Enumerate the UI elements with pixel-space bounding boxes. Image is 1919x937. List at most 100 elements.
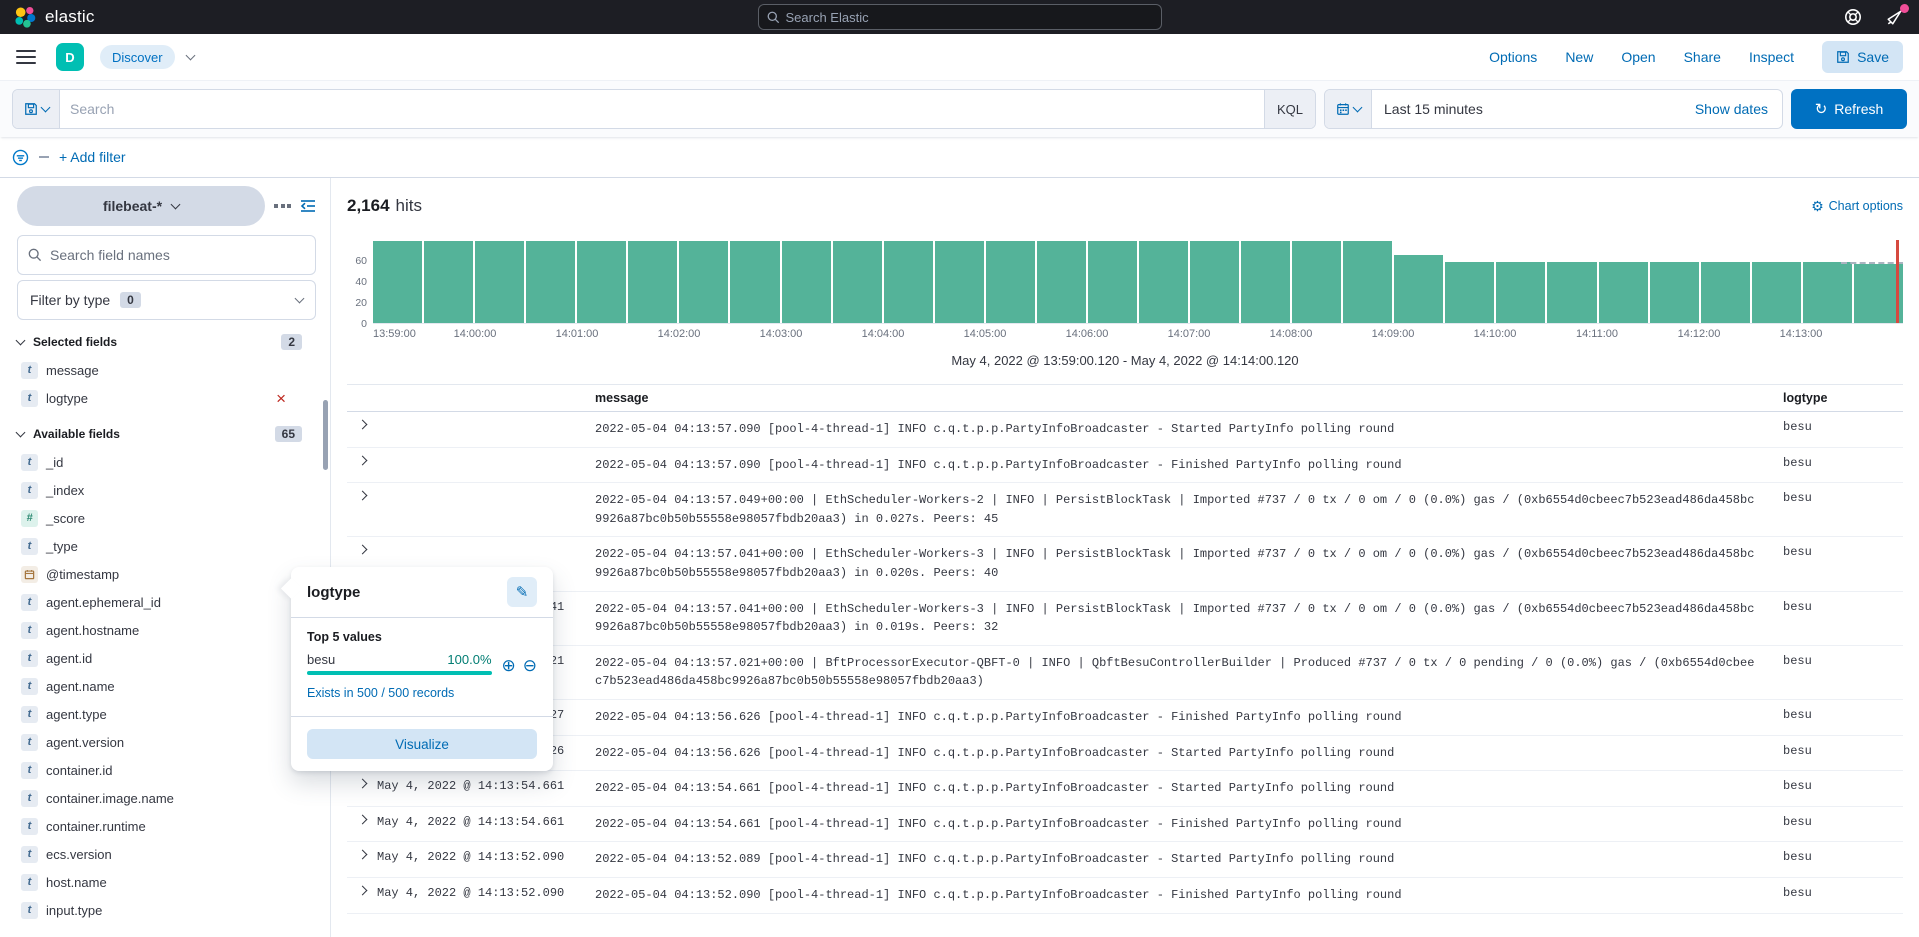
kql-language-button[interactable]: KQL: [1264, 90, 1315, 128]
histogram-bar-14:02:00[interactable]: [679, 241, 728, 323]
field-item--index[interactable]: t_index: [17, 476, 316, 504]
exists-in-records-link[interactable]: Exists in 500 / 500 records: [307, 686, 454, 700]
boxes-horizontal-icon[interactable]: [274, 204, 291, 208]
histogram-bar-14:08:30[interactable]: [1343, 241, 1392, 323]
histogram-bar-14:07:30[interactable]: [1241, 241, 1290, 323]
histogram-bar-14:04:00[interactable]: [884, 241, 933, 323]
expand-row-button[interactable]: [347, 491, 377, 528]
histogram-bar-14:07:00[interactable]: [1190, 241, 1239, 323]
share-link[interactable]: Share: [1684, 49, 1721, 65]
histogram-bar-14:09:30[interactable]: [1445, 262, 1494, 323]
date-quick-menu-button[interactable]: [1325, 90, 1372, 128]
global-search-input[interactable]: [786, 10, 1153, 25]
available-fields-section[interactable]: Available fields 65: [17, 426, 316, 442]
field-item--type[interactable]: t_type: [17, 532, 316, 560]
show-dates-button[interactable]: Show dates: [1695, 101, 1782, 117]
documents-table: message logtype 2022-05-04 04:13:57.090 …: [347, 384, 1903, 914]
message-column-header[interactable]: message: [595, 391, 1783, 405]
histogram-bar-14:12:30[interactable]: [1752, 262, 1801, 323]
search-icon: [767, 11, 780, 24]
histogram-bar-14:01:30[interactable]: [628, 241, 677, 323]
field-search-input[interactable]: [50, 247, 305, 263]
histogram-bar-14:13:00[interactable]: [1803, 262, 1852, 323]
field-item-input-type[interactable]: tinput.type: [17, 896, 316, 924]
histogram-bar-14:01:00[interactable]: [577, 241, 626, 323]
global-search-bar[interactable]: [758, 4, 1162, 30]
space-avatar[interactable]: D: [56, 43, 84, 71]
sidebar-scrollbar[interactable]: [323, 400, 328, 470]
field-item-agent-name[interactable]: tagent.name: [17, 672, 316, 700]
field-name: container.id: [46, 763, 113, 778]
news-feed-icon[interactable]: [1885, 7, 1905, 27]
histogram-bar-14:11:30[interactable]: [1650, 262, 1699, 323]
chart-plot-area[interactable]: [373, 240, 1903, 324]
histogram-bar-14:08:00[interactable]: [1292, 241, 1341, 323]
histogram-bar-14:06:00[interactable]: [1088, 241, 1137, 323]
edit-field-button[interactable]: ✎: [507, 577, 537, 607]
visualize-button[interactable]: Visualize: [307, 729, 537, 759]
histogram-bar-14:10:00[interactable]: [1496, 262, 1545, 323]
refresh-button[interactable]: ↻ Refresh: [1791, 89, 1907, 129]
field-item-message[interactable]: tmessage: [17, 356, 316, 384]
menu-icon[interactable]: [16, 50, 36, 64]
query-search-input[interactable]: [60, 101, 1264, 117]
filter-icon[interactable]: [12, 149, 29, 166]
expand-row-button[interactable]: [347, 815, 377, 834]
expand-row-button[interactable]: [347, 850, 377, 869]
selected-fields-section[interactable]: Selected fields 2: [17, 334, 316, 350]
index-pattern-switcher[interactable]: filebeat-*: [17, 186, 265, 226]
breadcrumb[interactable]: Discover: [100, 45, 175, 69]
chart-options-button[interactable]: ⚙ Chart options: [1811, 198, 1903, 215]
inspect-link[interactable]: Inspect: [1749, 49, 1794, 65]
saved-query-menu-button[interactable]: [13, 90, 60, 128]
field-item-agent-id[interactable]: tagent.id: [17, 644, 316, 672]
field-item--timestamp[interactable]: @timestamp: [17, 560, 316, 588]
open-link[interactable]: Open: [1621, 49, 1655, 65]
time-range-value[interactable]: Last 15 minutes: [1372, 101, 1695, 117]
field-item-container-runtime[interactable]: tcontainer.runtime: [17, 812, 316, 840]
field-item--id[interactable]: t_id: [17, 448, 316, 476]
histogram-bar-13:59:00[interactable]: [373, 241, 422, 323]
field-item-logtype[interactable]: tlogtype×: [17, 384, 316, 412]
expand-row-button[interactable]: [347, 456, 377, 475]
field-item-ecs-version[interactable]: tecs.version: [17, 840, 316, 868]
save-button[interactable]: Save: [1822, 41, 1903, 73]
expand-row-button[interactable]: [347, 779, 377, 798]
histogram-bar-14:00:30[interactable]: [526, 241, 575, 323]
field-item-agent-ephemeral-id[interactable]: tagent.ephemeral_id: [17, 588, 316, 616]
breadcrumb-chevron-icon[interactable]: [185, 51, 195, 61]
field-item-host-name[interactable]: thost.name: [17, 868, 316, 896]
new-link[interactable]: New: [1565, 49, 1593, 65]
histogram-bar-13:59:30[interactable]: [424, 241, 473, 323]
field-item-container-image-name[interactable]: tcontainer.image.name: [17, 784, 316, 812]
histogram-bar-14:11:00[interactable]: [1599, 262, 1648, 323]
filter-out-value-icon[interactable]: ⊖: [523, 657, 537, 674]
help-icon[interactable]: [1843, 7, 1863, 27]
histogram-bar-14:05:00[interactable]: [986, 241, 1035, 323]
histogram-bar-14:03:30[interactable]: [833, 241, 882, 323]
histogram-bar-14:05:30[interactable]: [1037, 241, 1086, 323]
expand-row-button[interactable]: [347, 886, 377, 905]
field-item--score[interactable]: #_score: [17, 504, 316, 532]
histogram-bar-14:04:30[interactable]: [935, 241, 984, 323]
collapse-sidebar-icon[interactable]: [300, 199, 316, 213]
field-item-container-id[interactable]: tcontainer.id: [17, 756, 316, 784]
histogram-bar-14:12:00[interactable]: [1701, 262, 1750, 323]
logtype-column-header[interactable]: logtype: [1783, 391, 1903, 405]
histogram-bar-14:03:00[interactable]: [782, 241, 831, 323]
field-item-agent-version[interactable]: tagent.version: [17, 728, 316, 756]
elastic-logo[interactable]: elastic: [14, 6, 95, 29]
add-filter-button[interactable]: + Add filter: [59, 149, 126, 165]
histogram-bar-14:10:30[interactable]: [1547, 262, 1596, 323]
histogram-bar-14:09:00[interactable]: [1394, 255, 1443, 323]
field-item-agent-type[interactable]: tagent.type: [17, 700, 316, 728]
field-item-agent-hostname[interactable]: tagent.hostname: [17, 616, 316, 644]
filter-for-value-icon[interactable]: ⊕: [502, 657, 516, 674]
histogram-bar-14:06:30[interactable]: [1139, 241, 1188, 323]
histogram-bar-14:02:30[interactable]: [730, 241, 779, 323]
remove-field-icon[interactable]: ×: [276, 390, 286, 407]
options-link[interactable]: Options: [1489, 49, 1537, 65]
histogram-bar-14:00:00[interactable]: [475, 241, 524, 323]
expand-row-button[interactable]: [347, 420, 377, 439]
filter-by-type-dropdown[interactable]: Filter by type 0: [17, 280, 316, 320]
